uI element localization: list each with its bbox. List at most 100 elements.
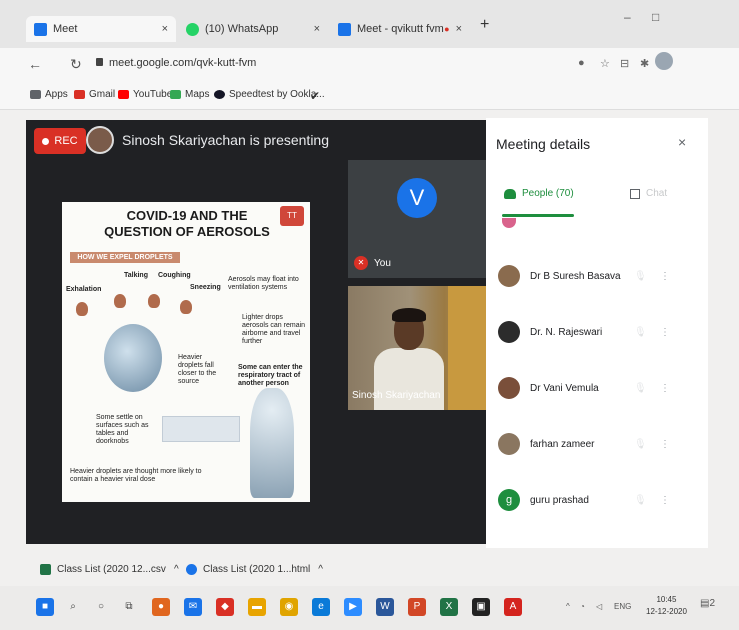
tab-meet-2[interactable]: Meet - qvikutt fvm ● × [330,16,470,42]
record-dot-icon [42,137,50,145]
head-illustration [104,324,162,392]
search-icon[interactable]: ⌕ [64,598,82,616]
file-explorer-icon[interactable]: ▬ [248,598,266,616]
apps-grid-icon [30,90,41,99]
avatar [498,433,520,455]
recording-badge: REC [34,128,86,154]
notification-icon[interactable]: ▤2 [700,598,715,609]
chrome-file-icon [186,564,197,575]
label-exhalation: Exhalation [66,286,102,293]
self-video-tile[interactable]: V ✕ You [348,160,486,278]
puzzle-icon[interactable]: ✱ [640,57,649,70]
participant-name: Dr. N. Rajeswari [530,326,603,338]
word-app-icon[interactable]: W [376,598,394,616]
meet-stage: REC Sinosh Skariyachan is presenting COV… [26,120,486,544]
extension-icon[interactable]: ⊟ [620,57,629,70]
mic-icon[interactable]: 🎙 [634,439,660,450]
partial-avatar [502,218,516,228]
tab-meet[interactable]: Meet × [26,16,176,42]
language-indicator[interactable]: ENG [614,602,631,611]
participant-name: farhan zameer [530,438,595,450]
tab-chat[interactable]: Chat [630,188,667,199]
camera-icon[interactable]: ● [578,57,585,69]
slide-logo: TT [280,206,304,226]
acrobat-app-icon[interactable]: A [504,598,522,616]
mic-icon[interactable]: 🎙 [634,271,660,282]
tab-whatsapp[interactable]: (10) WhatsApp × [178,16,328,42]
star-icon[interactable]: ☆ [600,57,610,70]
participant-row[interactable]: g guru prashad 🎙 ⋮ [498,482,698,518]
new-tab-button[interactable]: + [480,16,489,34]
bookmarks-bar: Apps Gmail YouTube Maps Speedtest by Ook… [0,80,739,110]
store-app-icon[interactable]: ▣ [472,598,490,616]
bookmark-youtube[interactable]: YouTube [118,89,172,100]
clock-time: 10:45 [656,595,677,604]
tab-close-icon[interactable]: × [162,23,168,35]
minimize-button[interactable]: – [624,10,631,24]
zoom-app-icon[interactable]: ▶ [344,598,362,616]
tab-label: Meet [53,23,78,35]
more-options-icon[interactable]: ⋮ [660,271,670,282]
presenter-video-tile[interactable]: Sinosh Skariyachan [348,286,486,410]
tab-close-icon[interactable]: × [456,23,462,35]
powerpoint-app-icon[interactable]: P [408,598,426,616]
tray-chevron-icon[interactable]: ^ [566,602,570,611]
tab-close-icon[interactable]: × [314,23,320,35]
mic-off-icon: ✕ [354,256,368,270]
active-tab-indicator [502,214,574,217]
gmail-icon [74,90,85,99]
bookmark-maps[interactable]: Maps [170,89,209,100]
people-tab-label: People (70) [522,188,574,199]
tab-people[interactable]: People (70) [504,188,574,199]
windows-start-icon[interactable]: ■ [36,598,54,616]
system-clock[interactable]: 10:45 12-12-2020 [646,594,687,618]
more-options-icon[interactable]: ⋮ [660,439,670,450]
download-item[interactable]: Class List (2020 1...html ^ [186,564,323,575]
profile-avatar[interactable] [655,52,673,70]
edge-app-icon[interactable]: e [312,598,330,616]
meet-favicon-icon [34,22,47,36]
chevron-up-icon[interactable]: ^ [318,564,323,575]
head-icon [180,300,192,314]
participant-name: Sinosh Skariyachan [352,390,441,401]
excel-app-icon[interactable]: X [440,598,458,616]
people-icon [504,188,516,199]
more-options-icon[interactable]: ⋮ [660,383,670,394]
chevron-up-icon[interactable]: ^ [174,564,179,575]
photos-app-icon[interactable]: ● [152,598,170,616]
label-talking: Talking [124,272,148,279]
lock-icon [96,58,103,66]
maps-app-icon[interactable]: ◆ [216,598,234,616]
slide-title: COVID-19 AND THE QUESTION OF AEROSOLS [104,208,270,239]
label-footer: Heavier droplets are thought more likely… [70,468,202,483]
url-field[interactable]: meet.google.com/qvk-kutt-fvm [96,57,256,69]
participant-row[interactable]: Dr Vani Vemula 🎙 ⋮ [498,370,698,406]
close-icon[interactable]: × [678,134,686,150]
cortana-icon[interactable]: ○ [92,598,110,616]
maximize-button[interactable]: □ [652,10,659,24]
chrome-app-icon[interactable]: ◉ [280,598,298,616]
participant-row[interactable]: farhan zameer 🎙 ⋮ [498,426,698,462]
bookmark-apps[interactable]: Apps [30,89,68,100]
participant-row[interactable]: Dr B Suresh Basava 🎙 ⋮ [498,258,698,294]
bookmark-gmail[interactable]: Gmail [74,89,115,100]
network-icon[interactable]: ◔ [580,602,585,611]
more-options-icon[interactable]: ⋮ [660,327,670,338]
volume-icon[interactable]: ◁ [596,602,602,611]
bookmark-speedtest[interactable]: Speedtest by Ookla... [214,89,325,100]
maps-icon [170,90,181,99]
task-view-icon[interactable]: ⧉ [120,598,138,616]
label-settle: Some settle on surfaces such as tables a… [96,414,149,445]
mic-icon[interactable]: 🎙 [634,495,660,506]
mic-icon[interactable]: 🎙 [634,383,660,394]
participant-row[interactable]: Dr. N. Rajeswari 🎙 ⋮ [498,314,698,350]
download-item[interactable]: Class List (2020 12...csv ^ [40,564,179,575]
more-options-icon[interactable]: ⋮ [660,495,670,506]
avatar [498,377,520,399]
youtube-icon [118,90,129,99]
back-arrow-icon[interactable]: ← [28,56,42,72]
mic-icon[interactable]: 🎙 [634,327,660,338]
mail-app-icon[interactable]: ✉ [184,598,202,616]
reload-icon[interactable]: ↻ [70,56,82,73]
participant-name: Dr B Suresh Basava [530,270,621,282]
